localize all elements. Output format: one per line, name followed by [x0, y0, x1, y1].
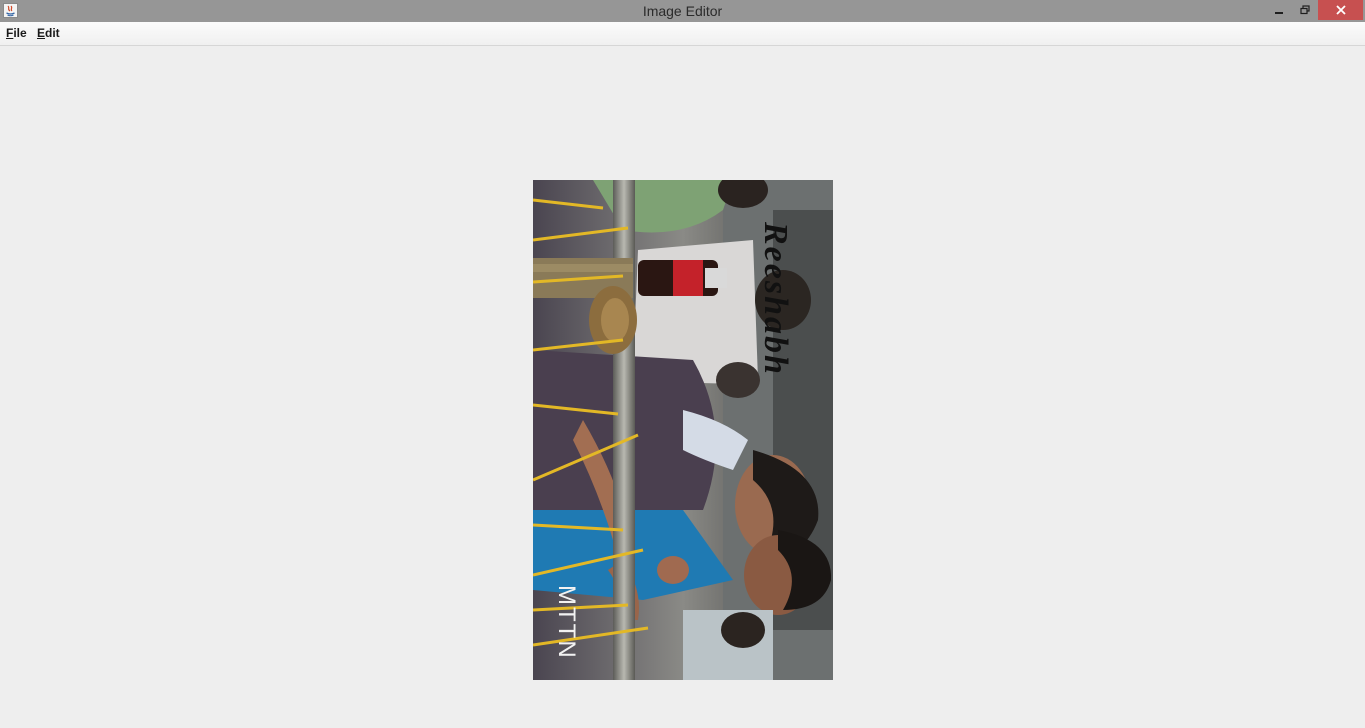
title-bar: Image Editor: [0, 0, 1365, 22]
restore-icon: [1300, 5, 1310, 15]
window-title: Image Editor: [642, 3, 723, 19]
editor-canvas[interactable]: Reeshabh MTTN: [0, 46, 1365, 728]
edited-image[interactable]: Reeshabh MTTN: [533, 180, 833, 680]
watermark-text: Reeshabh: [757, 221, 794, 376]
minimize-button[interactable]: [1266, 0, 1292, 20]
minimize-icon: [1275, 12, 1283, 14]
close-button[interactable]: [1318, 0, 1363, 20]
close-icon: [1335, 5, 1346, 15]
menu-edit[interactable]: Edit: [37, 26, 60, 40]
menu-file[interactable]: File: [6, 26, 27, 40]
photo-rotated: Reeshabh MTTN: [533, 180, 833, 680]
menu-bar: File Edit: [0, 22, 1365, 46]
restore-button[interactable]: [1292, 0, 1318, 20]
logo-text: MTTN: [553, 585, 580, 660]
